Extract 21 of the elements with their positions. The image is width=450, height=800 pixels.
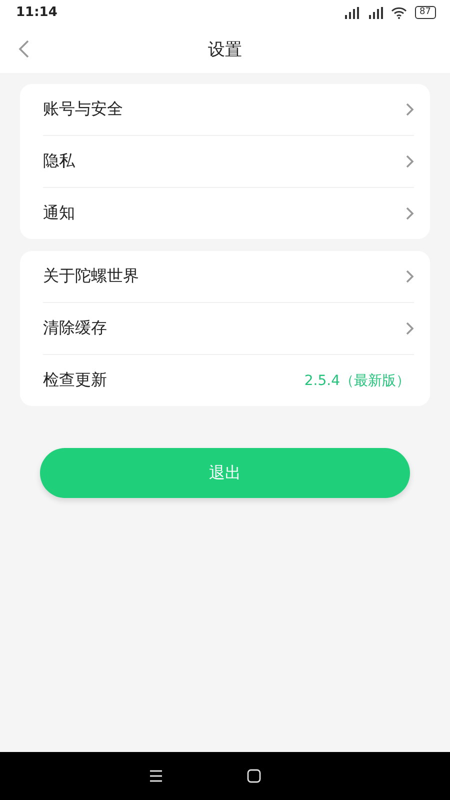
setting-label[interactable]: 检查更新 bbox=[43, 370, 107, 391]
setting-label[interactable]: 隐私 bbox=[43, 151, 75, 172]
setting-label[interactable]: 清除缓存 bbox=[43, 318, 107, 339]
version-value: 2.5.4（最新版） bbox=[304, 372, 411, 390]
battery-level: 87 bbox=[414, 6, 436, 19]
signal-icon bbox=[342, 6, 359, 18]
chevron-icon bbox=[406, 155, 414, 168]
wifi-icon bbox=[390, 6, 407, 18]
page-title: 设置 bbox=[208, 38, 242, 60]
setting-label[interactable]: 关于陀螺世界 bbox=[43, 266, 139, 287]
signal-icon bbox=[366, 6, 383, 18]
setting-label[interactable]: 账号与安全 bbox=[43, 99, 123, 120]
menu-icon[interactable] bbox=[149, 770, 163, 782]
chevron-icon bbox=[406, 103, 414, 116]
chevron-icon bbox=[406, 207, 414, 220]
status-time: 11:14 bbox=[16, 5, 58, 20]
setting-label[interactable]: 通知 bbox=[43, 203, 75, 224]
home-icon[interactable] bbox=[247, 769, 261, 783]
chevron-icon bbox=[406, 322, 414, 335]
chevron-icon bbox=[406, 270, 414, 283]
back-icon[interactable] bbox=[18, 40, 30, 58]
